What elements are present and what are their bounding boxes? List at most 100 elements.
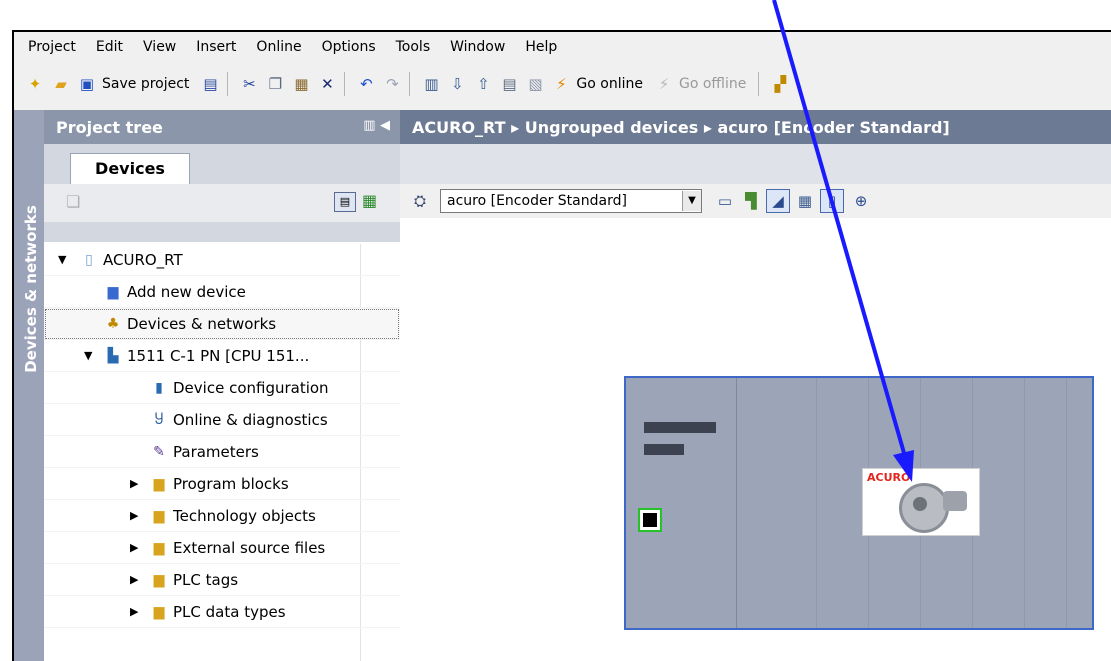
chevron-down-icon[interactable]: ▼ — [682, 191, 702, 211]
simulation-icon[interactable]: ▤ — [498, 73, 520, 95]
go-online-icon[interactable]: ⚡ — [550, 73, 572, 95]
tree-item-label: Devices & networks — [127, 314, 277, 333]
cut-icon[interactable]: ✂ — [238, 73, 260, 95]
device-config-icon: ▮ — [155, 379, 163, 396]
application-window: Project Edit View Insert Online Options … — [12, 30, 1111, 661]
tree-item-label: Parameters — [173, 442, 259, 461]
expand-right-icon[interactable]: ▶ — [130, 477, 142, 490]
menu-project[interactable]: Project — [28, 39, 76, 55]
new-project-icon[interactable]: ✦ — [24, 73, 46, 95]
folder-icon: ▆ — [153, 603, 165, 620]
rack-slot-divider — [1024, 378, 1025, 628]
accessible-devices-icon[interactable]: ▞ — [769, 73, 791, 95]
rack-head-module[interactable] — [626, 378, 737, 628]
tree-item-external-source-files[interactable]: ▶ ▆ External source files — [44, 532, 400, 564]
tree-item-add-new-device[interactable]: ▆ Add new device — [44, 276, 400, 308]
download-icon[interactable]: ⇩ — [446, 73, 468, 95]
network-icon: ♣ — [106, 315, 120, 332]
export-icon[interactable]: ▦ — [362, 191, 377, 210]
tree-item-label: ACURO_RT — [103, 250, 183, 269]
devices-networks-strip[interactable]: Devices & networks — [14, 110, 44, 661]
device-view-toolbar: ⛭ acuro [Encoder Standard] ▼ ▭ ▜ ◢ ▦ ▯ ⊕ — [400, 184, 1111, 218]
show-labels-icon[interactable]: ◢ — [766, 189, 791, 213]
breadcrumb-device[interactable]: acuro [Encoder Standard] — [717, 118, 949, 137]
go-offline-button[interactable]: Go offline — [679, 76, 746, 92]
show-module-icon[interactable]: ▜ — [740, 190, 762, 212]
tree-item-plc-data-types[interactable]: ▶ ▆ PLC data types — [44, 596, 400, 628]
tree-item-online-diagnostics[interactable]: Ⴘ Online & diagnostics — [44, 404, 400, 436]
collapse-panel-icon[interactable]: ▥ ◀ — [363, 118, 390, 133]
save-project-button[interactable]: Save project — [102, 76, 189, 92]
device-select-value: acuro [Encoder Standard] — [447, 193, 627, 209]
module-label-bar — [644, 422, 716, 433]
tree-item-device-configuration[interactable]: ▮ Device configuration — [44, 372, 400, 404]
tree-item-acuro-rt[interactable]: ▼ ▯ ACURO_RT — [44, 244, 400, 276]
menu-options[interactable]: Options — [322, 39, 376, 55]
tree-item-cpu[interactable]: ▼ ▙ 1511 C-1 PN [CPU 151... — [44, 340, 400, 372]
open-project-icon[interactable]: ▰ — [50, 73, 72, 95]
runtime-icon[interactable]: ▧ — [524, 73, 546, 95]
menu-window[interactable]: Window — [450, 39, 505, 55]
device-properties-icon[interactable]: ▭ — [714, 190, 736, 212]
expand-right-icon[interactable]: ▶ — [130, 509, 142, 522]
folder-icon: ▆ — [153, 507, 165, 524]
encoder-connector — [943, 491, 967, 511]
save-project-icon[interactable]: ▣ — [76, 73, 98, 95]
device-select[interactable]: acuro [Encoder Standard] ▼ — [440, 189, 703, 213]
print-icon[interactable]: ▤ — [199, 73, 221, 95]
expand-down-icon[interactable]: ▼ — [58, 253, 70, 266]
toolbar-separator — [344, 72, 346, 96]
device-view-editor: ACURO_RT ▸ Ungrouped devices ▸ acuro [En… — [400, 110, 1111, 661]
folder-icon: ▆ — [153, 571, 165, 588]
menu-online[interactable]: Online — [256, 39, 301, 55]
device-rack[interactable]: ACURO — [624, 376, 1094, 630]
tab-devices[interactable]: Devices — [70, 153, 190, 185]
device-overview-icon[interactable]: ▯ — [820, 189, 845, 213]
delete-icon[interactable]: ✕ — [316, 73, 338, 95]
interface-port[interactable] — [638, 508, 662, 532]
expand-right-icon[interactable]: ▶ — [130, 573, 142, 586]
expand-down-icon[interactable]: ▼ — [84, 349, 96, 362]
tree-spacer — [44, 222, 400, 242]
breadcrumb-ungrouped[interactable]: Ungrouped devices — [525, 118, 699, 137]
add-device-icon: ▆ — [107, 283, 119, 300]
menu-tools[interactable]: Tools — [396, 39, 431, 55]
encoder-shaft — [913, 497, 927, 511]
breadcrumb-project[interactable]: ACURO_RT — [412, 118, 506, 137]
menu-insert[interactable]: Insert — [196, 39, 236, 55]
encoder-image[interactable]: ACURO — [862, 468, 980, 536]
go-online-button[interactable]: Go online — [576, 76, 643, 92]
tree-item-plc-tags[interactable]: ▶ ▆ PLC tags — [44, 564, 400, 596]
overview-icon[interactable]: ▤ — [334, 192, 356, 212]
menu-help[interactable]: Help — [525, 39, 557, 55]
table-icon[interactable]: ▦ — [794, 190, 816, 212]
device-canvas[interactable]: acuro ACURO — [400, 218, 1111, 661]
tree-item-label: Technology objects — [173, 506, 316, 525]
tree-item-label: Online & diagnostics — [173, 410, 328, 429]
undo-icon[interactable]: ↶ — [355, 73, 377, 95]
project-tree-header: Project tree ▥ ◀ — [44, 110, 400, 144]
tree-item-program-blocks[interactable]: ▶ ▆ Program blocks — [44, 468, 400, 500]
tree-item-parameters[interactable]: ✎ Parameters — [44, 436, 400, 468]
project-icon: ▯ — [85, 251, 93, 268]
expand-right-icon[interactable]: ▶ — [130, 605, 142, 618]
tree-item-label: PLC tags — [173, 570, 239, 589]
tree-item-devices-networks[interactable]: ♣ Devices & networks — [44, 308, 400, 340]
compile-icon[interactable]: ▥ — [420, 73, 442, 95]
tree-item-technology-objects[interactable]: ▶ ▆ Technology objects — [44, 500, 400, 532]
new-item-icon[interactable]: ❏ — [66, 192, 80, 211]
tree-item-label: External source files — [173, 538, 326, 557]
tree-item-label: 1511 C-1 PN [CPU 151... — [127, 346, 310, 365]
rack-slot-divider — [816, 378, 817, 628]
menu-edit[interactable]: Edit — [96, 39, 123, 55]
network-view-icon[interactable]: ⛭ — [414, 192, 426, 210]
copy-icon[interactable]: ❐ — [264, 73, 286, 95]
paste-icon[interactable]: ▦ — [290, 73, 312, 95]
redo-icon[interactable]: ↷ — [381, 73, 403, 95]
upload-icon[interactable]: ⇧ — [472, 73, 494, 95]
menu-view[interactable]: View — [143, 39, 176, 55]
expand-right-icon[interactable]: ▶ — [130, 541, 142, 554]
go-offline-icon[interactable]: ⚡ — [653, 73, 675, 95]
module-label-bar — [644, 444, 684, 455]
zoom-in-icon[interactable]: ⊕ — [850, 190, 872, 212]
